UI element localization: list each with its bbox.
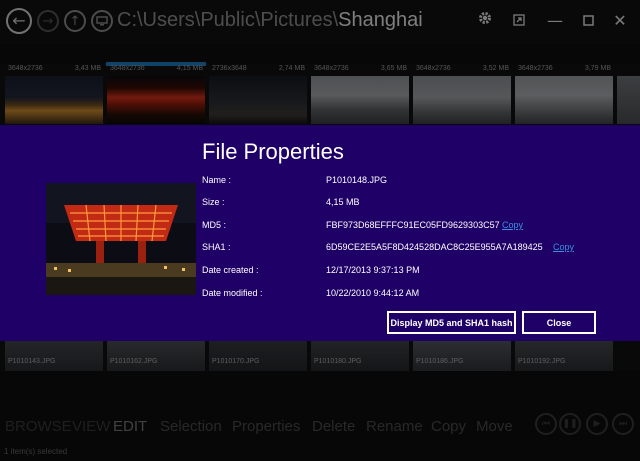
forward-button[interactable]: → xyxy=(37,10,59,32)
thumbnail-strip-bottom: P1010143.JPG P1010162.JPG P1010170.JPG P… xyxy=(0,341,640,371)
label-sha1: SHA1 : xyxy=(202,242,231,252)
thumbnail-image xyxy=(311,341,409,371)
thumb-filename: P1010162.JPG xyxy=(110,358,158,365)
thumbnail-strip-top: 3648x2736 3,43 MB 3648x2736 4,15 MB 2736x3… xyxy=(0,64,640,125)
minimize-icon: — xyxy=(547,11,563,30)
title-bar: ← → ↑ C:\Users\Public\Pictures\Shanghai … xyxy=(0,0,640,44)
dialog-title: File Properties xyxy=(202,139,344,164)
value-sha1: 6D59CE2E5A5F8D424528DAC8C25E955A7A189425 xyxy=(326,242,543,252)
settings-button[interactable] xyxy=(474,10,496,32)
thumb-filename: P1010192.JPG xyxy=(518,358,566,365)
skip-back-icon: ⏮ xyxy=(541,419,551,429)
thumbnail-image xyxy=(413,76,511,124)
thumbnail-image xyxy=(515,76,613,124)
next-button[interactable]: ⏭ xyxy=(612,413,634,435)
thumbnail-image xyxy=(107,76,205,124)
selection-button[interactable]: Selection xyxy=(160,418,222,435)
thumb-filesize: 3,65 MB xyxy=(380,65,407,72)
pause-icon: ❚❚ xyxy=(562,419,578,429)
label-name: Name : xyxy=(202,175,232,185)
thumb-filename: P1010170.JPG xyxy=(212,358,260,365)
move-button[interactable]: Move xyxy=(476,418,513,435)
thumb-filename: P1010180.JPG xyxy=(314,358,362,365)
thumb-filesize: 3,43 MB xyxy=(74,65,101,72)
maximize-button[interactable] xyxy=(577,10,599,32)
status-bar: 1 item(s) selected xyxy=(4,447,68,456)
value-name: P1010148.JPG xyxy=(326,175,388,185)
thumb-filename: P1010186.JPG xyxy=(416,358,464,365)
thumbnail-image xyxy=(5,341,103,371)
pause-button[interactable]: ❚❚ xyxy=(559,413,581,435)
skip-forward-icon: ⏭ xyxy=(618,419,628,429)
thumb-filesize: 4,15 MB xyxy=(176,65,203,72)
arrow-right-icon: → xyxy=(42,13,54,29)
path-current-folder: Shanghai xyxy=(338,9,423,31)
thumbnail-image xyxy=(311,76,409,124)
thumbnail-image xyxy=(515,341,613,371)
open-external-button[interactable] xyxy=(508,10,530,32)
value-date-modified: 10/22/2010 9:44:12 AM xyxy=(326,288,420,298)
value-size: 4,15 MB xyxy=(326,197,360,207)
thumb-dimensions: 2736x3648 xyxy=(212,65,247,72)
thumbnail-image xyxy=(5,76,103,124)
arrow-left-icon: ← xyxy=(12,11,26,30)
maximize-icon xyxy=(582,15,594,26)
preview-image xyxy=(46,183,196,295)
value-date-created: 12/17/2013 9:37:13 PM xyxy=(326,265,420,275)
mode-browse[interactable]: BROWSE xyxy=(5,418,72,435)
preview-photo-graphic xyxy=(46,183,196,295)
thumb-dimensions: 3648x2736 xyxy=(8,65,43,72)
close-dialog-button[interactable]: Close xyxy=(522,311,596,334)
display-hash-button[interactable]: Display MD5 and SHA1 hash xyxy=(387,311,516,334)
thumb-dimensions: 3648x2736 xyxy=(416,65,451,72)
gear-icon xyxy=(479,12,491,24)
play-button[interactable]: ▶ xyxy=(586,413,608,435)
thumbnail-image xyxy=(617,76,640,124)
thumb-filesize: 3,79 MB xyxy=(584,65,611,72)
file-properties-dialog: File Properties Name : P1010148.JPG Size… xyxy=(0,125,640,341)
delete-button[interactable]: Delete xyxy=(312,418,355,435)
play-icon: ▶ xyxy=(593,419,601,429)
thumb-filesize: 3,52 MB xyxy=(482,65,509,72)
rename-button[interactable]: Rename xyxy=(366,418,423,435)
label-date-modified: Date modified : xyxy=(202,288,263,298)
mode-view[interactable]: VIEW xyxy=(72,418,110,435)
thumb-dimensions: 3648x2736 xyxy=(518,65,553,72)
thumb-filename: P1010143.JPG xyxy=(8,358,56,365)
photo-viewer-app: ← → ↑ C:\Users\Public\Pictures\Shanghai … xyxy=(0,0,640,461)
open-external-icon xyxy=(513,14,525,26)
folder-path[interactable]: C:\Users\Public\Pictures\Shanghai xyxy=(117,9,423,32)
computer-button[interactable] xyxy=(91,10,113,32)
copy-sha1-link[interactable]: Copy xyxy=(553,242,574,252)
label-date-created: Date created : xyxy=(202,265,259,275)
thumbnail-image xyxy=(107,341,205,371)
back-button[interactable]: ← xyxy=(6,8,32,34)
previous-button[interactable]: ⏮ xyxy=(535,413,557,435)
value-md5: FBF973D68EFFFC91EC05FD9629303C57 xyxy=(326,220,500,230)
thumbnail-image xyxy=(209,76,307,124)
mode-edit[interactable]: EDIT xyxy=(113,418,147,435)
copy-md5-link[interactable]: Copy xyxy=(502,220,523,230)
up-folder-button[interactable]: ↑ xyxy=(64,10,86,32)
thumb-dimensions: 3648x2736 xyxy=(314,65,349,72)
close-icon: ✕ xyxy=(613,11,627,30)
thumb-dimensions: 3648x2736 xyxy=(110,65,145,72)
thumbnail-image xyxy=(209,341,307,371)
copy-button[interactable]: Copy xyxy=(431,418,466,435)
thumb-filesize: 2,74 MB xyxy=(278,65,305,72)
properties-button[interactable]: Properties xyxy=(232,418,300,435)
close-window-button[interactable]: ✕ xyxy=(609,10,631,32)
thumbnail-image xyxy=(413,341,511,371)
label-md5: MD5 : xyxy=(202,220,227,230)
arrow-up-icon: ↑ xyxy=(69,13,81,29)
monitor-icon xyxy=(96,16,108,26)
path-prefix: C:\Users\Public\Pictures\ xyxy=(117,9,339,31)
minimize-button[interactable]: — xyxy=(544,10,566,32)
label-size: Size : xyxy=(202,197,225,207)
